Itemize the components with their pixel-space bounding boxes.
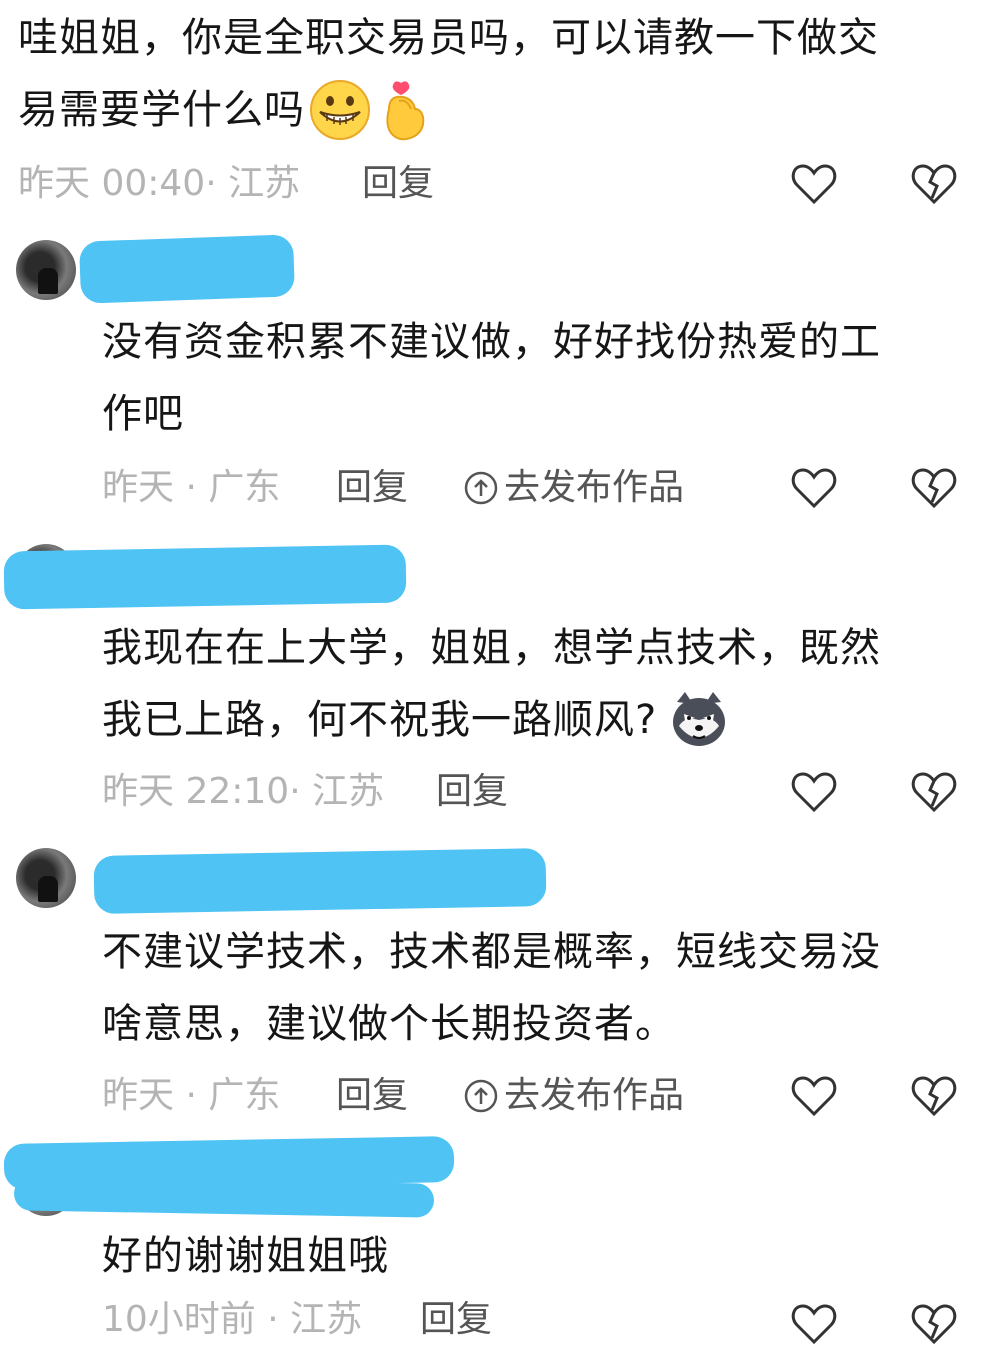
heart-outline-icon[interactable] [789,462,839,512]
broken-heart-icon[interactable] [909,462,959,512]
redacted-username [3,544,407,610]
broken-heart-icon[interactable] [909,766,959,816]
redacted-username [93,848,547,914]
comment-text-line: 啥意思，建议做个长期投资者。 [102,1001,676,1047]
broken-heart-icon[interactable] [909,158,959,208]
reply-button[interactable]: 回复 [336,466,408,510]
comment-text-line: 我现在在上大学，姐姐，想学点技术，既然 [102,625,881,671]
comment-text-line: 哇姐姐，你是全职交易员吗，可以请教一下做交 [18,15,879,61]
avatar[interactable] [16,848,76,908]
comment-text: 不建议学技术，技术都是概率，短线交易没 啥意思，建议做个长期投资者。 [102,916,881,1060]
publish-work-button[interactable]: 去发布作品 [464,466,684,510]
comment-text: 哇姐姐，你是全职交易员吗，可以请教一下做交 易需要学什么吗 [18,2,879,146]
comment-meta: 昨天 22:10· 江苏 [102,771,385,812]
reply-button[interactable]: 回复 [420,1298,492,1342]
comment-meta: 昨天 00:40· 江苏 [18,163,301,204]
comment-text: 好的谢谢姐姐哦 [102,1220,389,1292]
comment-meta: 昨天 · 广东 [102,1075,281,1116]
comment-text-line: 好的谢谢姐姐哦 [102,1233,389,1279]
grin-emoji-icon [310,80,370,140]
avatar[interactable] [16,240,76,300]
redacted-username [13,1176,435,1218]
finger-heart-emoji-icon [386,81,425,141]
heart-outline-icon[interactable] [789,158,839,208]
comment-text-line: 我已上路，何不祝我一路顺风? [102,684,881,756]
redacted-username [78,234,296,304]
reply-button[interactable]: 回复 [362,162,434,206]
reply-button[interactable]: 回复 [436,770,508,814]
upload-circle-icon [464,471,498,505]
broken-heart-icon[interactable] [909,1298,959,1348]
heart-outline-icon[interactable] [789,1298,839,1348]
husky-emoji-icon [673,692,726,746]
comment-text: 没有资金积累不建议做，好好找份热爱的工 作吧 [102,306,881,450]
comment-meta: 10小时前 · 江苏 [102,1299,363,1340]
heart-outline-icon[interactable] [789,766,839,816]
heart-outline-icon[interactable] [789,1070,839,1120]
upload-circle-icon [464,1079,498,1113]
comment-text-line: 易需要学什么吗 [18,74,879,146]
reply-button[interactable]: 回复 [336,1074,408,1118]
comment-meta: 昨天 · 广东 [102,467,281,508]
publish-work-label: 去发布作品 [504,467,685,508]
comment-text-line-content: 我已上路，何不祝我一路顺风? [102,697,658,743]
comment-text-line: 不建议学技术，技术都是概率，短线交易没 [102,929,881,975]
comment-text-line-content: 易需要学什么吗 [18,87,305,133]
comment-text: 我现在在上大学，姐姐，想学点技术，既然 我已上路，何不祝我一路顺风? [102,612,881,756]
comment-text-line: 作吧 [102,391,184,437]
publish-work-label: 去发布作品 [504,1075,685,1116]
publish-work-button[interactable]: 去发布作品 [464,1074,684,1118]
comment-text-line: 没有资金积累不建议做，好好找份热爱的工 [102,319,881,365]
broken-heart-icon[interactable] [909,1070,959,1120]
